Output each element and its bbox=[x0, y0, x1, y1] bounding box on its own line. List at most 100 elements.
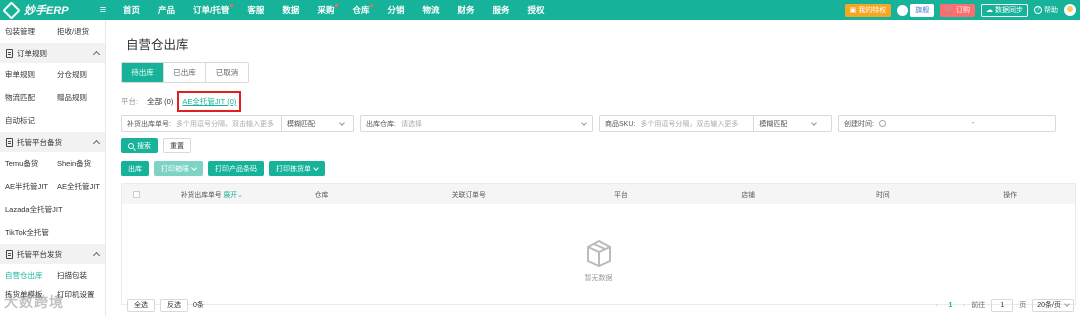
sidebar-item-warehouse-rules[interactable]: 分仓规则 bbox=[52, 69, 104, 80]
table-header: 补货出库单号 展开⌄ 仓库 关联订单号 平台 店铺 时间 操作 bbox=[122, 184, 1075, 204]
account-area[interactable]: 旗舰 bbox=[897, 3, 935, 17]
sidebar-group-hosted-ship[interactable]: 托管平台发货 bbox=[0, 244, 105, 264]
page-size-select[interactable]: 20条/页 bbox=[1032, 298, 1074, 312]
cart-icon: 🛒 bbox=[945, 7, 954, 14]
selection-tools: 全选 反选 0条 bbox=[127, 298, 204, 312]
platform-option-ae-jit[interactable]: AE全托管JIT (0) bbox=[177, 91, 242, 112]
outbound-button[interactable]: 出库 bbox=[121, 161, 149, 176]
select-all-button[interactable]: 全选 bbox=[127, 298, 155, 312]
sidebar-group-order-rules[interactable]: 订单规则 bbox=[0, 43, 105, 63]
outbound-table: 补货出库单号 展开⌄ 仓库 关联订单号 平台 店铺 时间 操作 暂无数据 bbox=[121, 183, 1076, 305]
search-icon bbox=[128, 142, 134, 149]
nav-item-data[interactable]: 数据 bbox=[273, 0, 308, 20]
sidebar-item-gift-rules[interactable]: 赠品规则 bbox=[52, 92, 104, 103]
chevron-up-icon bbox=[92, 139, 101, 148]
main-content: 自营仓出库 待出库 已出库 已取消 平台: 全部 (0) AE全托管JIT (0… bbox=[106, 20, 1080, 316]
top-right-tools: ▣ 我的特权 旗舰 🛒 订购 ☁ 数据同步 ? 帮助 bbox=[844, 0, 1076, 20]
print-barcode-button[interactable]: 打印产品条码 bbox=[208, 161, 264, 176]
goto-page-input[interactable]: 1 bbox=[991, 298, 1014, 312]
col-platform: 平台 bbox=[614, 192, 628, 199]
document-icon bbox=[6, 48, 13, 58]
top-navbar: 妙手ERP ≡ 首页 产品 订单/托管 客服 数据 采购 仓库 分销 物流 财务… bbox=[0, 0, 1080, 20]
col-time: 时间 bbox=[876, 192, 890, 199]
hamburger-menu-icon[interactable]: ≡ bbox=[92, 4, 114, 16]
notification-dot bbox=[370, 4, 374, 7]
sidebar-item-auto-mark[interactable]: 自动标记 bbox=[0, 115, 52, 126]
search-button[interactable]: 搜索 bbox=[121, 138, 158, 153]
platform-option-all[interactable]: 全部 (0) bbox=[147, 96, 173, 107]
order-button[interactable]: 🛒 订购 bbox=[940, 3, 975, 17]
created-time-picker[interactable]: 创建时间: - bbox=[838, 115, 1056, 132]
nav-item-service[interactable]: 客服 bbox=[238, 0, 273, 20]
empty-text: 暂无数据 bbox=[584, 275, 613, 282]
next-page-icon[interactable]: › bbox=[963, 302, 965, 309]
col-related-order: 关联订单号 bbox=[451, 192, 486, 199]
sidebar-item-scan-pack[interactable]: 扫描包装 bbox=[52, 270, 104, 281]
select-all-checkbox[interactable] bbox=[133, 190, 141, 198]
empty-state: 暂无数据 bbox=[122, 239, 1075, 283]
nav-item-distribution[interactable]: 分销 bbox=[378, 0, 413, 20]
platform-label: 平台: bbox=[121, 97, 139, 106]
sidebar-item-review-rules[interactable]: 审单规则 bbox=[0, 69, 52, 80]
nav-item-products[interactable]: 产品 bbox=[149, 0, 184, 20]
tab-cancelled[interactable]: 已取消 bbox=[206, 63, 248, 82]
avatar bbox=[897, 4, 909, 16]
sidebar-item-returns[interactable]: 拒收/退货 bbox=[52, 26, 104, 37]
nav-item-purchase[interactable]: 采购 bbox=[308, 0, 343, 20]
match-select-1[interactable]: 模糊匹配 bbox=[280, 116, 349, 131]
print-pick-list-button[interactable]: 打印拣货单 bbox=[269, 161, 325, 176]
sidebar-item-self-outbound[interactable]: 自营仓出库 bbox=[0, 270, 52, 281]
sidebar-item-shein-stock[interactable]: Shein备货 bbox=[52, 158, 104, 169]
platform-filter: 平台: 全部 (0) AE全托管JIT (0) bbox=[121, 91, 242, 112]
match-select-2[interactable]: 模糊匹配 bbox=[753, 116, 821, 131]
chevron-down-icon bbox=[811, 119, 818, 126]
sku-field[interactable]: 商品SKU: 多个用逗号分隔，双击输入更多 模糊匹配 bbox=[599, 115, 832, 132]
nav-item-auth[interactable]: 授权 bbox=[519, 0, 554, 20]
chevron-up-icon bbox=[92, 251, 101, 260]
brand-logo[interactable]: 妙手ERP bbox=[0, 0, 92, 20]
sidebar-item-temu-stock[interactable]: Temu备货 bbox=[0, 158, 52, 169]
tab-pending[interactable]: 待出库 bbox=[122, 63, 164, 82]
sidebar: 包装管理 拒收/退货 订单规则 审单规则 分仓规则 物流匹配 赠品规则 自动标记 托管… bbox=[0, 20, 106, 316]
sidebar-item-packaging[interactable]: 包装管理 bbox=[0, 26, 52, 37]
nav-item-warehouse[interactable]: 仓库 bbox=[343, 0, 378, 20]
privilege-button[interactable]: ▣ 我的特权 bbox=[844, 3, 892, 17]
sidebar-item-lazada-jit[interactable]: Lazada全托管JIT bbox=[0, 204, 100, 215]
account-badge: 旗舰 bbox=[910, 3, 935, 17]
filter-bar: 补货出库单号: 多个用逗号分隔，双击输入更多 模糊匹配 出库仓库: 请选择 商品… bbox=[121, 115, 1056, 132]
nav-item-finance[interactable]: 财务 bbox=[449, 0, 484, 20]
sidebar-item-ae-full-jit[interactable]: AE全托管JIT bbox=[52, 181, 104, 192]
sidebar-group-hosted-stock[interactable]: 托管平台备货 bbox=[0, 132, 105, 152]
watermark: 大数跨境 bbox=[4, 294, 64, 310]
print-box-label-button[interactable]: 打印箱唛 bbox=[154, 161, 203, 176]
col-warehouse: 仓库 bbox=[314, 192, 329, 199]
sidebar-item-ae-semi-jit[interactable]: AE半托管JIT bbox=[0, 181, 52, 192]
warehouse-select[interactable]: 出库仓库: 请选择 bbox=[360, 115, 593, 132]
data-sync-button[interactable]: ☁ 数据同步 bbox=[981, 3, 1028, 17]
goto-label: 前往 bbox=[971, 302, 986, 309]
sidebar-item-logistics-match[interactable]: 物流匹配 bbox=[0, 92, 52, 103]
order-no-field[interactable]: 补货出库单号: 多个用逗号分隔，双击输入更多 模糊匹配 bbox=[121, 115, 354, 132]
expand-toggle[interactable]: 展开 bbox=[224, 192, 238, 199]
sidebar-item-tiktok-full[interactable]: TikTok全托管 bbox=[0, 227, 100, 238]
selected-count: 0条 bbox=[193, 302, 204, 309]
help-link[interactable]: ? 帮助 bbox=[1034, 5, 1058, 15]
reset-button[interactable]: 重置 bbox=[163, 138, 191, 153]
chevron-down-icon bbox=[1064, 301, 1070, 307]
nav-item-home[interactable]: 首页 bbox=[114, 0, 149, 20]
logo-mark-icon bbox=[2, 0, 21, 20]
tab-shipped[interactable]: 已出库 bbox=[164, 63, 206, 82]
cloud-icon: ☁ bbox=[986, 7, 993, 14]
chevron-down-icon: ⌄ bbox=[237, 192, 243, 199]
prev-page-icon[interactable]: ‹ bbox=[936, 302, 938, 309]
search-actions: 搜索 重置 bbox=[121, 138, 191, 153]
brand-name: 妙手ERP bbox=[24, 5, 69, 17]
nav-item-services[interactable]: 服务 bbox=[484, 0, 519, 20]
page-number-current[interactable]: 1 bbox=[944, 299, 957, 312]
nav-item-orders[interactable]: 订单/托管 bbox=[184, 0, 238, 20]
user-profile-icon[interactable] bbox=[1064, 4, 1076, 16]
invert-selection-button[interactable]: 反选 bbox=[160, 298, 188, 312]
chevron-down-icon bbox=[191, 164, 197, 171]
nav-item-logistics[interactable]: 物流 bbox=[413, 0, 448, 20]
chevron-down-icon bbox=[581, 119, 587, 126]
